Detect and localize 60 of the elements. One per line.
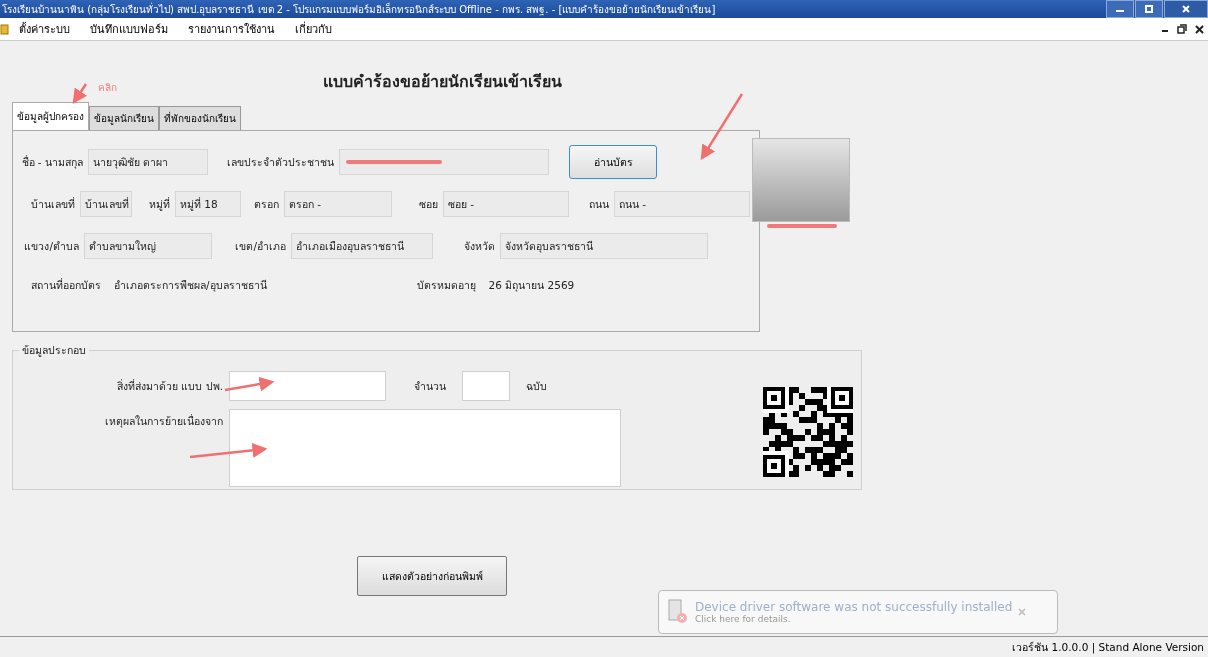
text-field[interactable]: ตรอก - bbox=[284, 191, 392, 217]
field-label: ถนน bbox=[588, 196, 610, 212]
annotation-arrow bbox=[700, 93, 744, 161]
close-button[interactable] bbox=[1164, 0, 1208, 18]
redaction-mark bbox=[767, 224, 837, 228]
close-icon[interactable] bbox=[1195, 24, 1204, 34]
menu-item[interactable]: ตั้งค่าระบบ bbox=[9, 20, 80, 38]
text-field[interactable]: นายวุฒิชัย ดาผา bbox=[88, 149, 208, 175]
annotation-arrow bbox=[224, 376, 275, 392]
text-field[interactable]: ถนน - bbox=[614, 191, 750, 217]
maximize-icon bbox=[1144, 4, 1154, 14]
annotation-label: คลิก bbox=[98, 81, 117, 95]
tab[interactable]: ข้อมูลผู้ปกครอง bbox=[12, 102, 89, 130]
field-label: หมู่ที่ bbox=[148, 196, 171, 213]
close-icon bbox=[1181, 4, 1191, 14]
field-label: ชื่อ - นามสกุล bbox=[20, 154, 84, 171]
field-label: เหตุผลในการย้ายเนื่องจาก bbox=[104, 413, 224, 430]
restore-icon[interactable] bbox=[1177, 24, 1187, 34]
field-label: สถานที่ออกบัตร bbox=[31, 277, 102, 293]
input-field[interactable] bbox=[229, 371, 386, 401]
field-value: 26 มิถุนายน 2569 bbox=[487, 277, 575, 294]
close-icon bbox=[1018, 608, 1027, 616]
field-value: อำเภอตระการพืชผล/อุบลราชธานี bbox=[113, 277, 267, 294]
notification-title: Device driver software was not successfully installed bbox=[695, 600, 1013, 614]
text-field[interactable]: อำเภอเมืองอุบลราชธานี bbox=[291, 233, 433, 259]
text-field[interactable]: ตำบลขามใหญ่ bbox=[84, 233, 212, 259]
text-field[interactable]: หมู่ที่ 18 bbox=[175, 191, 241, 217]
text-field[interactable]: บ้านเลขที่ bbox=[80, 191, 132, 217]
text-field[interactable]: จังหวัดอุบลราชธานี bbox=[500, 233, 708, 259]
field-label: บ้านเลขที่ bbox=[30, 196, 76, 212]
field-label: แขวง/ตำบล bbox=[23, 238, 80, 254]
field-label: เขต/อำเภอ bbox=[234, 238, 287, 254]
menu-item[interactable]: บันทึกแบบฟอร์ม bbox=[80, 20, 178, 38]
device-error-icon bbox=[667, 599, 689, 625]
field-label: จังหวัด bbox=[463, 238, 496, 254]
minimize-button[interactable] bbox=[1106, 0, 1134, 18]
print-preview-button[interactable]: แสดงตัวอย่างก่อนพิมพ์ bbox=[357, 556, 507, 596]
menu-item[interactable]: เกี่ยวกับ bbox=[285, 20, 342, 38]
maximize-button[interactable] bbox=[1135, 0, 1163, 18]
annotation-arrow bbox=[72, 83, 88, 105]
field-label: เลขประจำตัวประชาชน bbox=[226, 154, 335, 170]
field-label: ตรอก bbox=[253, 196, 280, 212]
field-label: จำนวน bbox=[414, 378, 446, 394]
field-label: บัตรหมดอายุ bbox=[416, 277, 477, 294]
tab[interactable]: ข้อมูลนักเรียน bbox=[89, 106, 159, 130]
input-field[interactable] bbox=[462, 371, 510, 401]
unit-label: ฉบับ bbox=[526, 378, 547, 394]
window-title: โรงเรียนบ้านนาพิน (กลุ่มโรงเรียนทั่วไป) สพป.อุบลราชธานี เขต 2 - โปรแกรมแบบฟอร์มอิเล็กทรอนิกส์ระบบ Offline - กพร. สพฐ. - [แบบคำร้องขอย้ายนักเรียนเข้าเรียน] bbox=[2, 1, 717, 17]
group-label: ข้อมูลประกอบ bbox=[19, 342, 89, 359]
form-title: แบบคำร้องขอย้ายนักเรียนเข้าเรียน bbox=[322, 72, 562, 91]
version-text: เวอร์ชัน 1.0.0.0 | Stand Alone Version bbox=[1012, 639, 1204, 656]
qr-code-icon bbox=[763, 387, 853, 477]
id-number-field[interactable] bbox=[339, 149, 549, 175]
text-field[interactable]: ซอย - bbox=[443, 191, 569, 217]
app-icon bbox=[0, 23, 9, 35]
field-label: ซอย bbox=[418, 196, 439, 212]
field-label: สิ่งที่ส่งมาด้วย แบบ ปพ. bbox=[116, 378, 224, 394]
tab[interactable]: ที่พักของนักเรียน bbox=[159, 106, 241, 130]
menu-item[interactable]: รายงานการใช้งาน bbox=[178, 20, 285, 38]
read-card-button[interactable]: อ่านบัตร bbox=[569, 145, 657, 179]
